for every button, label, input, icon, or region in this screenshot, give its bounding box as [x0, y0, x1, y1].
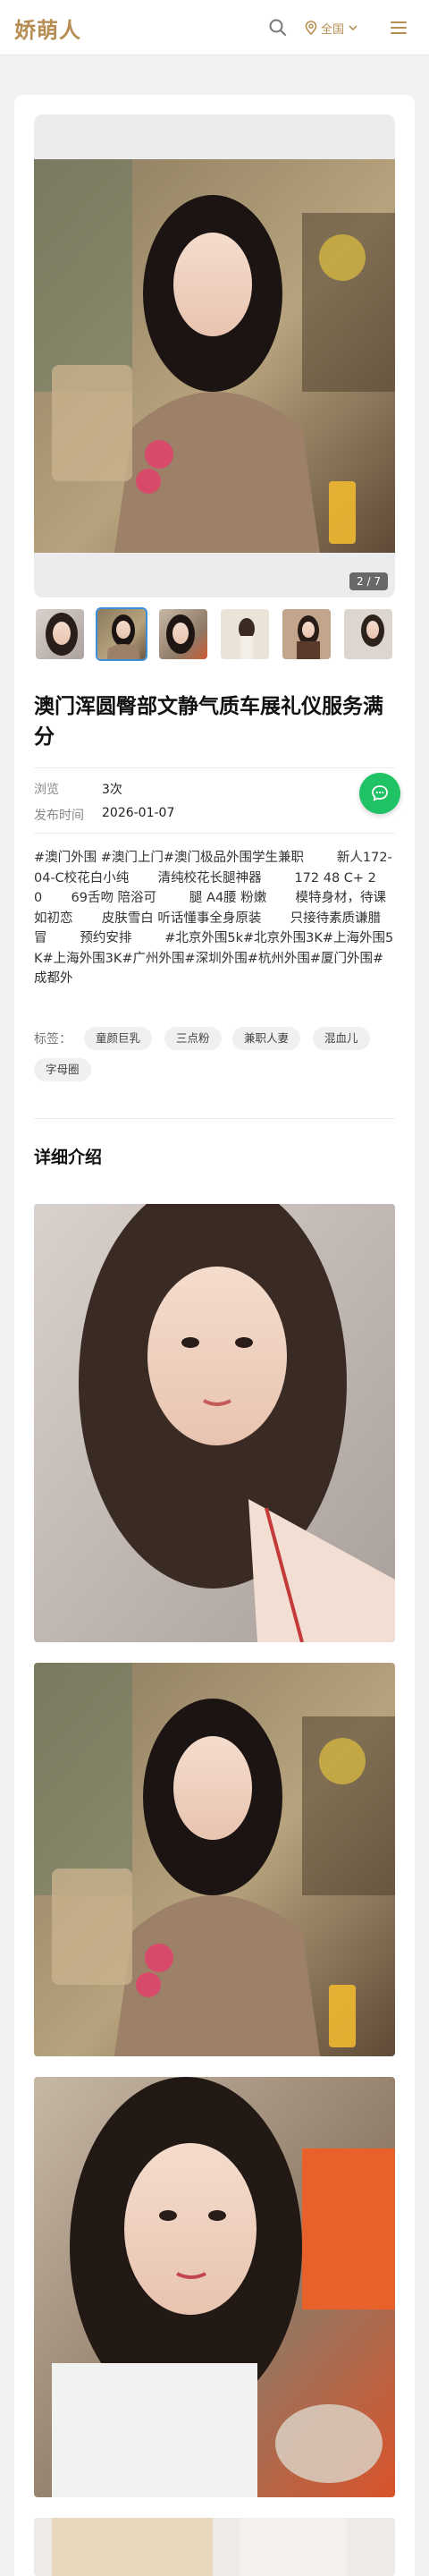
detail-photo-3 [34, 2077, 395, 2497]
detail-photo-2 [34, 1663, 395, 2056]
chat-button[interactable] [359, 773, 400, 814]
gallery-counter: 2 / 7 [349, 572, 388, 590]
tag-chip[interactable]: 混血儿 [313, 1027, 370, 1050]
site-logo[interactable]: 娇萌人 [14, 13, 81, 44]
hamburger-menu-icon [391, 21, 407, 34]
detail-photo-4 [34, 2518, 395, 2576]
thumbnail-4[interactable] [219, 607, 271, 661]
thumbnail-6[interactable] [342, 607, 394, 661]
photo-gallery[interactable]: 2 / 7 [34, 114, 395, 597]
meta-divider-top [34, 767, 395, 768]
views-value: 3次 [102, 783, 122, 797]
post-description: #澳门外围 #澳门上门#澳门极品外围学生兼职 新人172-04-C校花白小纯 清… [34, 851, 394, 986]
detail-section-title: 详细介绍 [34, 1148, 103, 1167]
region-label: 全国 [321, 22, 345, 37]
region-selector[interactable]: 全国 [305, 17, 358, 38]
post-title: 澳门浑圆臀部文静气质车展礼仪服务满分 [34, 695, 383, 749]
chevron-down-icon [349, 25, 358, 31]
meta-divider-bottom [34, 833, 395, 834]
thumbnail-1[interactable] [34, 607, 86, 661]
menu-button[interactable] [388, 17, 409, 38]
thumbnail-3[interactable] [157, 607, 209, 661]
tag-chip[interactable]: 童颜巨乳 [84, 1027, 153, 1050]
location-pin-icon [305, 21, 317, 35]
search-icon [269, 19, 286, 36]
gallery-main-photo[interactable] [34, 159, 395, 553]
detail-photo-1 [34, 1204, 395, 1642]
views-label: 浏览 [34, 783, 59, 797]
tag-chip[interactable]: 兼职人妻 [232, 1027, 301, 1050]
top-bar: 娇萌人 全国 [0, 0, 429, 55]
section-divider [34, 1118, 395, 1119]
tag-chip[interactable]: 字母圈 [34, 1058, 91, 1081]
date-value: 2026-01-07 [102, 806, 175, 820]
date-label: 发布时间 [34, 809, 84, 823]
search-button[interactable] [266, 16, 290, 39]
thumbnail-strip [34, 607, 395, 661]
thumbnail-5[interactable] [281, 607, 332, 661]
thumbnail-2[interactable] [96, 607, 147, 661]
tag-chip[interactable]: 三点粉 [164, 1027, 222, 1050]
chat-bubble-icon [372, 785, 388, 801]
tags-label: 标签： [34, 1032, 72, 1046]
